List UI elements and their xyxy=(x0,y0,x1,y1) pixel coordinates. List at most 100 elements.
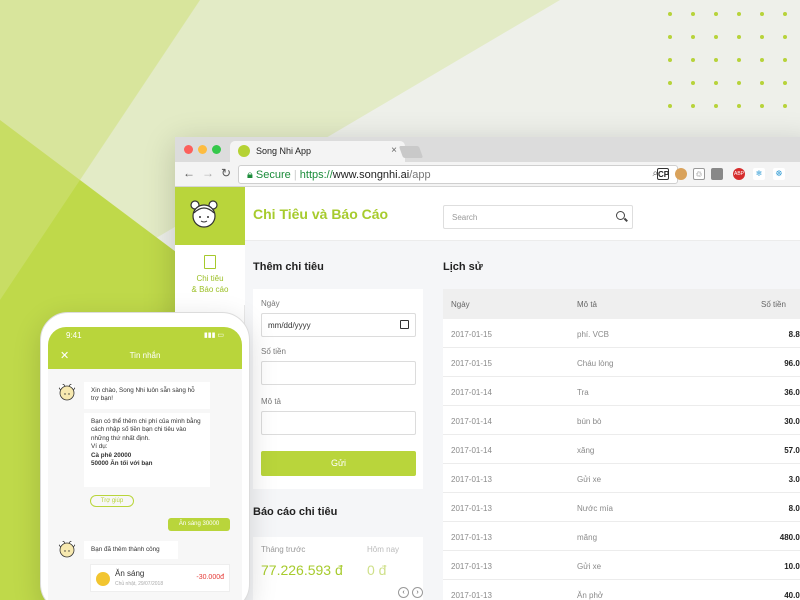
dot xyxy=(691,35,695,39)
dot xyxy=(714,35,718,39)
table-row[interactable]: 2017-01-14 xăng 57.000 ₫ xyxy=(443,435,800,464)
close-window-button[interactable] xyxy=(184,145,193,154)
row-amount: 10.000 ₫ xyxy=(784,562,800,571)
row-description: Gửi xe xyxy=(577,562,602,571)
bot-message: Bạn có thể thêm chi phí của mình bằng cá… xyxy=(84,413,210,487)
row-description: phí. VCB xyxy=(577,330,610,339)
row-description: măng xyxy=(577,533,598,542)
url-host: www.songnhi.ai xyxy=(332,169,410,181)
column-header-amount: Số tiền xyxy=(761,300,786,309)
battery-icon: ▮▮▮ ▭ xyxy=(203,332,224,339)
table-row[interactable]: 2017-01-15 phí. VCB 8.800 ₫ xyxy=(443,319,800,348)
phone-screen: 9:41 ▮▮▮ ▭ ✕ Tin nhắn Xin chào, Song Nhi… xyxy=(48,327,242,600)
sidebar-item-expenses[interactable]: Chi tiêu & Báo cáo xyxy=(175,245,245,305)
dot xyxy=(737,104,741,108)
reload-icon[interactable]: ↻ xyxy=(221,166,231,180)
description-field[interactable] xyxy=(261,411,416,435)
message-text: Ví dụ: xyxy=(91,443,108,451)
user-message: Ăn sáng 30000 xyxy=(168,518,230,531)
row-description: Cháu lòng xyxy=(577,359,614,368)
chat-title: Tin nhắn xyxy=(129,351,161,360)
dot-pattern xyxy=(668,12,800,112)
message-example: 50000 Ăn tối với bạn xyxy=(91,460,153,468)
cookie-extension-icon[interactable] xyxy=(675,168,687,180)
extension-icon[interactable] xyxy=(711,168,723,180)
extension-cp-icon[interactable]: CP xyxy=(657,168,669,180)
dot xyxy=(783,58,787,62)
dot xyxy=(668,12,672,16)
date-label: Ngày xyxy=(261,299,280,308)
add-expense-form: Ngày mm/dd/yyyy Số tiền Mô tả Gửi xyxy=(253,289,423,489)
dot xyxy=(691,104,695,108)
expense-amount: -30.000đ xyxy=(196,574,224,581)
table-row[interactable]: 2017-01-14 Tra 36.000 ₫ xyxy=(443,377,800,406)
search-input[interactable]: Search xyxy=(443,205,633,229)
background-shape xyxy=(0,0,200,300)
dot xyxy=(691,58,695,62)
browser-tab[interactable]: Song Nhi App × xyxy=(230,141,405,162)
table-row[interactable]: 2017-01-13 Gửi xe 3.000 ₫ xyxy=(443,464,800,493)
calendar-icon[interactable] xyxy=(400,320,409,329)
prev-arrow-icon[interactable]: ‹ xyxy=(398,587,409,598)
extension-icon[interactable]: ☸ xyxy=(773,168,785,180)
row-date: 2017-01-13 xyxy=(451,475,492,484)
url-field[interactable]: 🔒︎ Secure | https://www.songnhi.ai/app ⌕… xyxy=(238,165,678,184)
bot-message: Xin chào, Song Nhi luôn sẵn sàng hỗ trợ … xyxy=(84,382,210,409)
adblock-extension-icon[interactable]: ABP xyxy=(733,168,745,180)
chat-header: 9:41 ▮▮▮ ▭ ✕ Tin nhắn xyxy=(48,327,242,369)
app-favicon-icon xyxy=(238,145,250,157)
back-arrow-icon[interactable]: ← xyxy=(183,166,195,180)
row-date: 2017-01-13 xyxy=(451,562,492,571)
dot xyxy=(668,104,672,108)
search-icon[interactable] xyxy=(616,211,625,220)
amount-field[interactable] xyxy=(261,361,416,385)
dot xyxy=(714,104,718,108)
address-bar-row: ← → ↻ 🔒︎ Secure | https://www.songnhi.ai… xyxy=(175,162,800,187)
table-row[interactable]: 2017-01-13 Ăn phở 40.000 ₫ xyxy=(443,580,800,600)
last-month-label: Tháng trước xyxy=(261,545,306,554)
dot xyxy=(737,81,741,85)
date-value: mm/dd/yyyy xyxy=(268,321,311,330)
lock-icon: 🔒︎ xyxy=(247,169,253,181)
history-table: Ngày Mô tả Số tiền 2017-01-15 phí. VCB 8.8… xyxy=(443,289,800,600)
tab-close-icon[interactable]: × xyxy=(391,145,397,156)
row-description: Ăn phở xyxy=(577,591,604,600)
row-date: 2017-01-13 xyxy=(451,591,492,600)
bot-message: Bạn đã thêm thành công xyxy=(84,541,178,560)
expense-card[interactable]: Ăn sáng Chủ nhật, 29/07/2018 -30.000đ xyxy=(90,564,230,592)
next-arrow-icon[interactable]: › xyxy=(412,587,423,598)
row-amount: 8.800 ₫ xyxy=(788,330,800,339)
table-row[interactable]: 2017-01-13 Nước mía 8.000 ₫ xyxy=(443,493,800,522)
table-row[interactable]: 2017-01-13 Gửi xe 10.000 ₫ xyxy=(443,551,800,580)
dot xyxy=(737,58,741,62)
secure-label: Secure xyxy=(255,169,291,181)
url-path: /app xyxy=(409,169,431,181)
dot xyxy=(760,12,764,16)
submit-button[interactable]: Gửi xyxy=(261,451,416,476)
snowflake-extension-icon[interactable]: ❄ xyxy=(753,168,765,180)
dot xyxy=(783,104,787,108)
today-value: 0 đ xyxy=(367,562,387,578)
row-amount: 96.000 ₫ xyxy=(784,359,800,368)
tab-title: Song Nhi App xyxy=(256,146,312,156)
dot xyxy=(760,104,764,108)
table-row[interactable]: 2017-01-15 Cháu lòng 96.000 ₫ xyxy=(443,348,800,377)
date-field[interactable]: mm/dd/yyyy xyxy=(261,313,416,337)
description-label: Mô tả xyxy=(261,397,282,406)
row-amount: 3.000 ₫ xyxy=(788,475,800,484)
recycle-extension-icon[interactable]: ♲ xyxy=(693,168,705,180)
new-tab-button[interactable] xyxy=(398,146,424,158)
row-description: Gửi xe xyxy=(577,475,602,484)
row-description: bún bò xyxy=(577,417,602,426)
app-logo[interactable] xyxy=(175,187,245,245)
help-button[interactable]: Trợ giúp xyxy=(90,495,134,507)
maximize-window-button[interactable] xyxy=(212,145,221,154)
expense-date: Chủ nhật, 29/07/2018 xyxy=(115,581,164,587)
forward-arrow-icon[interactable]: → xyxy=(202,166,214,180)
row-amount: 40.000 ₫ xyxy=(784,591,800,600)
row-date: 2017-01-15 xyxy=(451,330,492,339)
table-row[interactable]: 2017-01-14 bún bò 30.000 ₫ xyxy=(443,406,800,435)
column-header-description: Mô tả xyxy=(577,300,598,309)
table-row[interactable]: 2017-01-13 măng 480.000 ₫ xyxy=(443,522,800,551)
minimize-window-button[interactable] xyxy=(198,145,207,154)
